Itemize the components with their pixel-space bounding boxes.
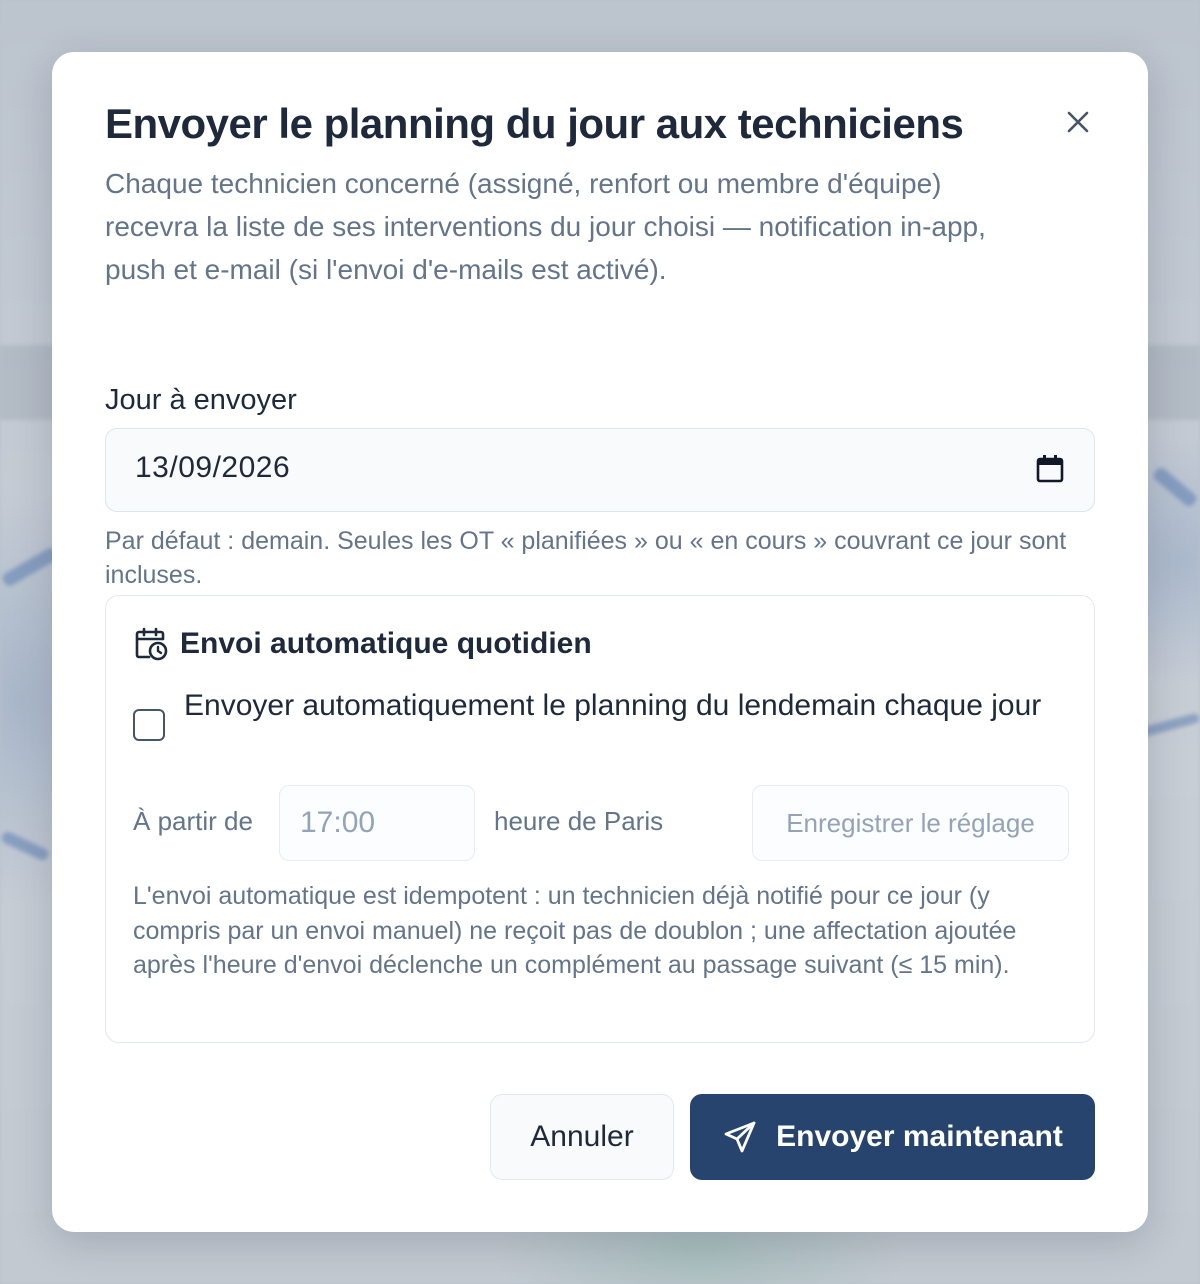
auto-send-title: Envoi automatique quotidien (180, 627, 592, 660)
timezone-label: heure de Paris (494, 806, 664, 836)
send-now-button[interactable]: Envoyer maintenant (690, 1094, 1095, 1180)
send-now-label: Envoyer maintenant (776, 1120, 1063, 1153)
calendar-icon (1036, 455, 1064, 483)
auto-send-note: L'envoi automatique est idempotent : un … (133, 882, 1017, 979)
dialog-title: Envoyer le planning du jour aux technici… (105, 100, 964, 147)
day-field-hint: Par défaut : demain. Seules les OT « pla… (105, 527, 1067, 589)
auto-send-card: Envoi automatique quotidien Envoyer auto… (105, 595, 1095, 1043)
send-time-input[interactable]: 17:00 (279, 785, 475, 861)
save-setting-button[interactable]: Enregistrer le réglage (752, 785, 1069, 861)
from-time-label: À partir de (133, 806, 253, 836)
day-field-label: Jour à envoyer (105, 384, 297, 416)
close-icon (1067, 111, 1089, 133)
calendar-picker-button[interactable] (1034, 453, 1066, 485)
close-button[interactable] (1062, 106, 1094, 138)
auto-send-checkbox-label[interactable]: Envoyer automatiquement le planning du l… (184, 684, 1064, 727)
send-icon (724, 1121, 756, 1153)
auto-send-checkbox[interactable] (133, 709, 165, 741)
dialog-description: Chaque technicien concerné (assigné, ren… (105, 168, 986, 285)
cancel-button[interactable]: Annuler (490, 1094, 674, 1180)
day-date-input[interactable]: 13/09/2026 (105, 428, 1095, 512)
auto-send-header: Envoi automatique quotidien (134, 626, 592, 662)
send-time-value: 17:00 (300, 806, 376, 839)
send-planning-dialog: Envoyer le planning du jour aux technici… (52, 52, 1148, 1232)
day-date-value: 13/09/2026 (135, 451, 291, 484)
calendar-clock-icon (135, 627, 168, 661)
